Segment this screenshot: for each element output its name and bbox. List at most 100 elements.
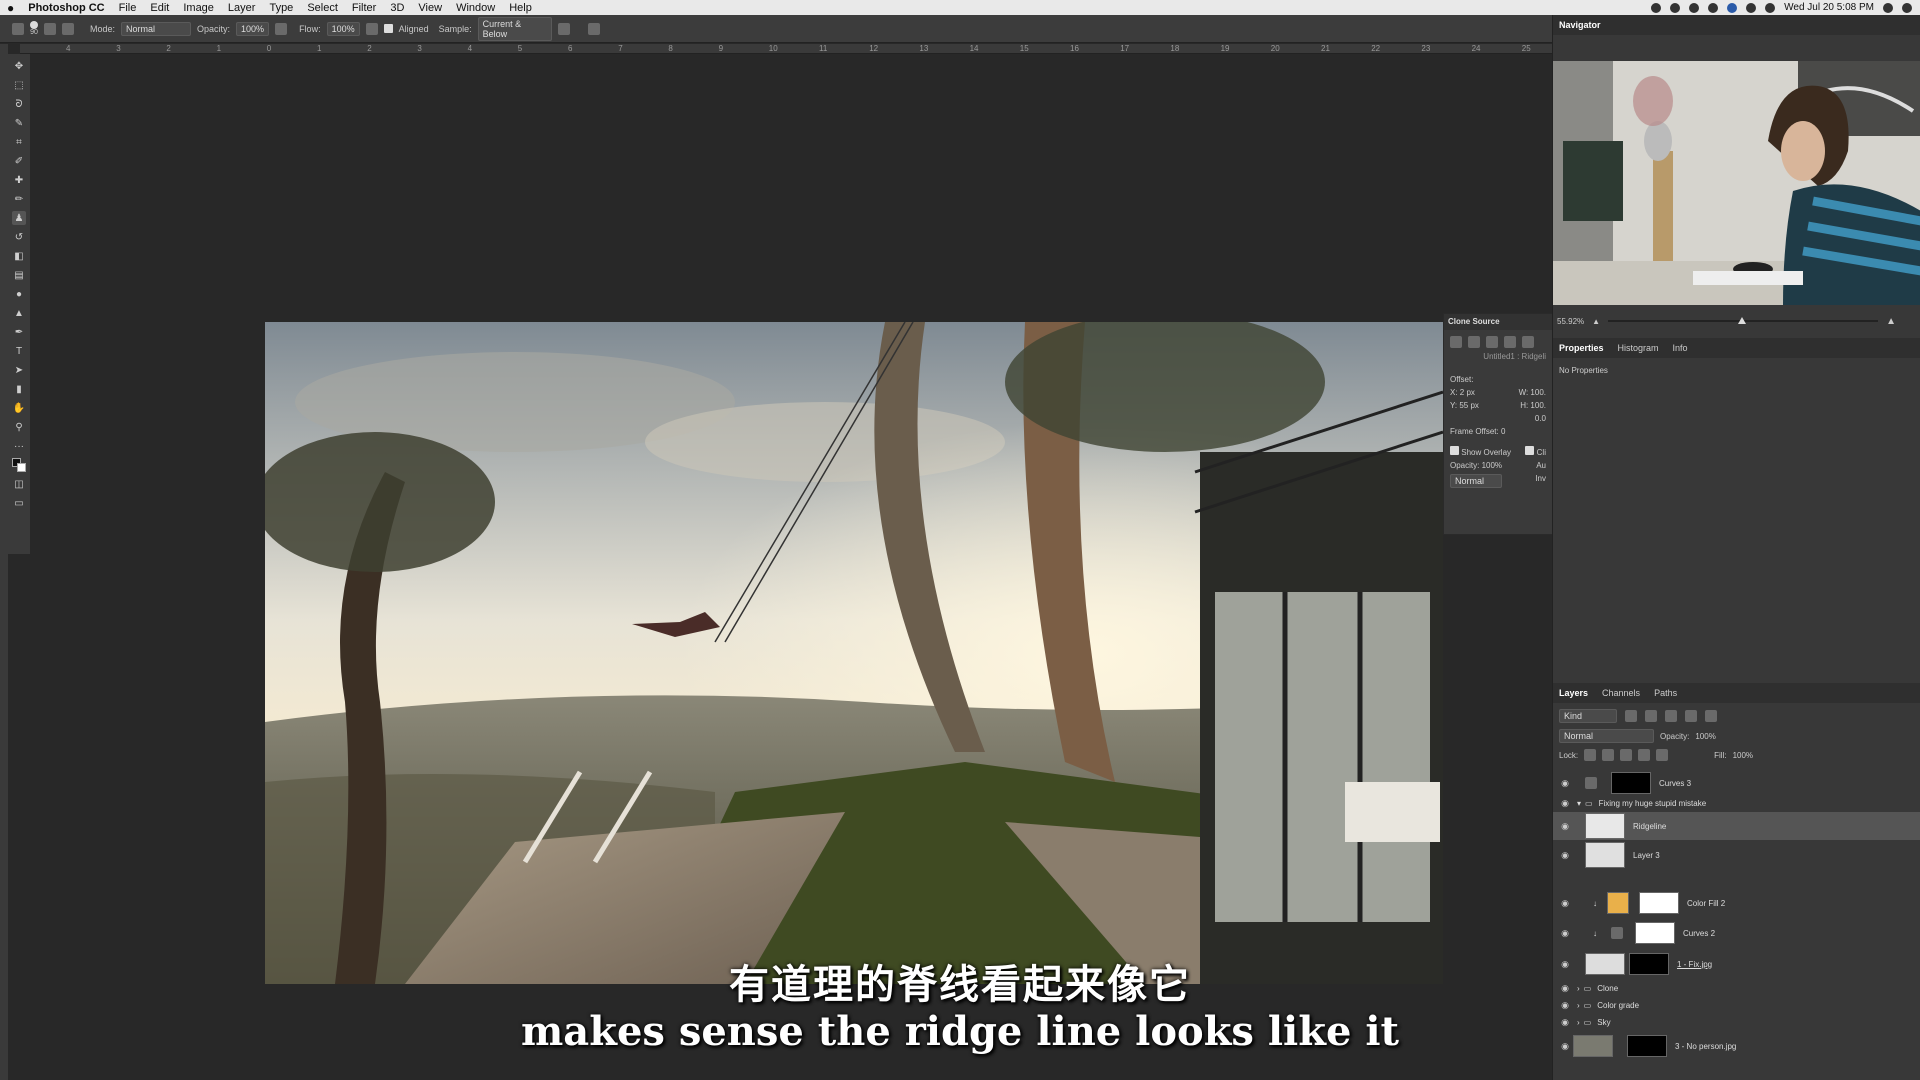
menu-window[interactable]: Window [449, 2, 502, 14]
filter-adjustment-icon[interactable] [1645, 710, 1657, 722]
menu-3d[interactable]: 3D [383, 2, 411, 14]
menu-view[interactable]: View [411, 2, 449, 14]
brush-tool-icon[interactable]: ✏ [12, 192, 26, 206]
airbrush-icon[interactable] [365, 22, 378, 35]
fill-value[interactable]: 100% [1733, 751, 1753, 760]
offset-y-value[interactable]: Y: 55 px [1450, 401, 1479, 410]
menu-select[interactable]: Select [300, 2, 345, 14]
move-tool-icon[interactable]: ✥ [12, 59, 26, 73]
lock-position-icon[interactable] [1620, 749, 1633, 761]
layer-mask-thumbnail[interactable] [1611, 772, 1651, 794]
tab-info[interactable]: Info [1673, 343, 1688, 353]
layer-mask-thumbnail[interactable] [1639, 892, 1679, 914]
invert-label[interactable]: Inv [1535, 474, 1546, 488]
visibility-eye-icon[interactable]: ◉ [1559, 821, 1571, 832]
visibility-eye-icon[interactable]: ◉ [1559, 898, 1571, 909]
tab-properties[interactable]: Properties [1559, 343, 1604, 353]
clone-source-3-icon[interactable] [1486, 336, 1498, 348]
group-expand-icon[interactable]: ▾ [1577, 799, 1581, 808]
sample-dropdown[interactable]: Current & Below [477, 16, 552, 41]
layer-row-curves-2[interactable]: ◉ ↓ Curves 2 [1553, 921, 1920, 945]
ignore-adjustment-layers-icon[interactable] [557, 22, 570, 35]
pen-tool-icon[interactable]: ✒ [12, 325, 26, 339]
path-select-tool-icon[interactable]: ➤ [12, 363, 26, 377]
tab-paths[interactable]: Paths [1654, 688, 1677, 698]
display-icon[interactable] [1689, 2, 1700, 13]
angle-value[interactable]: 0.0 [1535, 414, 1546, 423]
show-overlay-checkbox[interactable]: Show Overlay [1450, 446, 1511, 457]
clone-source-4-icon[interactable] [1504, 336, 1516, 348]
layer-mask-thumbnail[interactable] [1635, 922, 1675, 944]
search-icon[interactable] [1883, 2, 1893, 13]
eraser-tool-icon[interactable]: ◧ [12, 249, 26, 263]
mode-dropdown[interactable]: Normal [121, 21, 192, 36]
history-brush-tool-icon[interactable]: ↺ [12, 230, 26, 244]
filter-type-icon[interactable] [1665, 710, 1677, 722]
visibility-eye-icon[interactable]: ◉ [1559, 928, 1571, 939]
layer-row-layer-3[interactable]: ◉ Layer 3 [1553, 841, 1920, 869]
zoom-slider-handle[interactable] [1738, 317, 1747, 324]
visibility-eye-icon[interactable]: ◉ [1559, 798, 1571, 809]
marquee-tool-icon[interactable]: ⬚ [12, 78, 26, 92]
zoom-tool-icon[interactable]: ⚲ [12, 420, 26, 434]
menu-layer[interactable]: Layer [221, 2, 263, 14]
clipped-checkbox[interactable]: Cli [1525, 446, 1546, 457]
layer-row-curves-3[interactable]: ◉ Curves 3 [1553, 772, 1920, 794]
clone-stamp-tool-icon[interactable] [12, 22, 24, 35]
dropbox-icon[interactable] [1670, 2, 1681, 13]
filter-smart-object-icon[interactable] [1705, 710, 1717, 722]
menu-type[interactable]: Type [262, 2, 300, 14]
eyedropper-tool-icon[interactable]: ✐ [12, 154, 26, 168]
overlay-blend-dropdown[interactable]: Normal [1450, 474, 1502, 488]
blur-tool-icon[interactable]: ● [12, 287, 26, 301]
crop-tool-icon[interactable]: ⌗ [12, 135, 26, 149]
wifi-icon[interactable] [1765, 2, 1776, 13]
tab-channels[interactable]: Channels [1602, 688, 1640, 698]
menu-edit[interactable]: Edit [143, 2, 176, 14]
screen-mode-icon[interactable]: ▭ [12, 496, 26, 510]
dodge-tool-icon[interactable]: ▲ [12, 306, 26, 320]
gradient-tool-icon[interactable]: ▤ [12, 268, 26, 282]
lasso-tool-icon[interactable]: ᘐ [12, 97, 26, 111]
menu-image[interactable]: Image [176, 2, 221, 14]
more-tools-icon[interactable]: ··· [12, 439, 26, 453]
color-swatch-icon[interactable] [12, 458, 26, 472]
aligned-checkbox[interactable] [383, 24, 393, 33]
menu-filter[interactable]: Filter [345, 2, 383, 14]
layer-thumbnail[interactable] [1585, 842, 1625, 868]
clone-source-2-icon[interactable] [1468, 336, 1480, 348]
tab-layers[interactable]: Layers [1559, 688, 1588, 698]
navigator-zoom-value[interactable]: 55.92% [1557, 317, 1584, 326]
clone-stamp-tool-icon-active[interactable]: ♟ [12, 211, 26, 225]
filter-pixel-icon[interactable] [1625, 710, 1637, 722]
quick-mask-icon[interactable]: ◫ [12, 477, 26, 491]
layer-opacity-value[interactable]: 100% [1695, 732, 1715, 741]
pressure-opacity-icon[interactable] [275, 22, 288, 35]
zoom-out-icon[interactable]: ▲ [1592, 317, 1600, 326]
visibility-eye-icon[interactable]: ◉ [1559, 778, 1571, 789]
clock[interactable]: Wed Jul 20 5:08 PM [1784, 2, 1874, 13]
menu-file[interactable]: File [112, 2, 144, 14]
menu-help[interactable]: Help [502, 2, 539, 14]
opacity-field[interactable]: 100% [236, 21, 270, 36]
overlay-opacity[interactable]: Opacity: 100% [1450, 461, 1502, 470]
shape-tool-icon[interactable]: ▮ [12, 382, 26, 396]
lock-transparent-icon[interactable] [1584, 749, 1597, 761]
visibility-eye-icon[interactable]: ◉ [1559, 850, 1571, 861]
clone-source-panel-icon[interactable] [62, 22, 74, 35]
healing-brush-tool-icon[interactable]: ✚ [12, 173, 26, 187]
app-menu[interactable]: Photoshop CC [21, 2, 111, 14]
navigator-tab[interactable]: Navigator [1559, 20, 1601, 30]
brush-preset-picker[interactable]: 90 [30, 20, 38, 37]
layer-group-fixing[interactable]: ◉ ▾ ▭ Fixing my huge stupid mistake [1553, 795, 1920, 811]
filter-shape-icon[interactable] [1685, 710, 1697, 722]
fill-color-thumbnail[interactable] [1607, 892, 1629, 914]
flow-field[interactable]: 100% [326, 21, 360, 36]
offset-w-value[interactable]: W: 100. [1519, 388, 1546, 397]
frame-offset[interactable]: Frame Offset: 0 [1444, 425, 1552, 438]
clone-source-5-icon[interactable] [1522, 336, 1534, 348]
zoom-in-icon[interactable]: ▲ [1886, 316, 1896, 327]
offset-h-value[interactable]: H: 100. [1520, 401, 1546, 410]
tab-histogram[interactable]: Histogram [1618, 343, 1659, 353]
offset-x-value[interactable]: X: 2 px [1450, 388, 1475, 397]
